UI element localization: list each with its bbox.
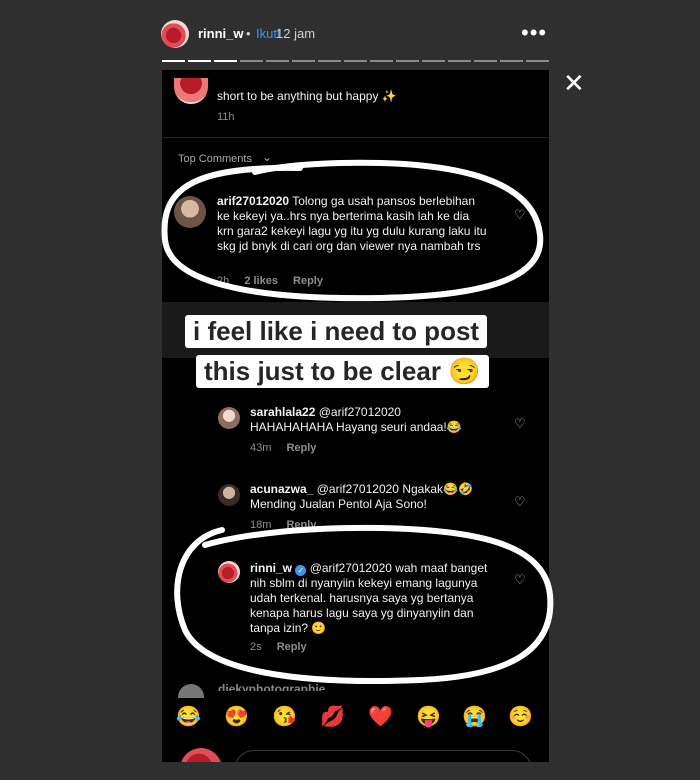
story-avatar[interactable] bbox=[161, 20, 189, 48]
emoji-button[interactable]: 😍 bbox=[224, 704, 249, 729]
heart-icon[interactable]: ♡ bbox=[514, 416, 526, 432]
reply-link[interactable]: Reply bbox=[277, 641, 307, 653]
emoji-button[interactable]: 💋 bbox=[320, 704, 345, 729]
divider bbox=[162, 137, 549, 138]
heart-icon[interactable]: ♡ bbox=[514, 207, 526, 223]
story-time: 12 jam bbox=[276, 26, 316, 41]
reply-username[interactable]: acunazwa_ bbox=[250, 482, 313, 496]
story-username[interactable]: rinni_w bbox=[198, 26, 244, 41]
more-options-icon[interactable]: ••• bbox=[521, 20, 547, 46]
composer-avatar bbox=[180, 748, 222, 762]
comment-username[interactable]: arif27012020 bbox=[217, 194, 289, 208]
progress-segment bbox=[240, 60, 263, 62]
top-comment-body: arif27012020 Tolong ga usah pansos berle… bbox=[217, 194, 487, 254]
reply-body: rinni_w ✓ @arif27012020 wah maaf banget … bbox=[250, 561, 505, 636]
caption-text: short to be anything but happy ✨ bbox=[217, 89, 397, 103]
chevron-down-icon[interactable]: ⌄ bbox=[262, 150, 272, 164]
reply-meta: 18m Reply bbox=[250, 519, 316, 531]
progress-segment bbox=[370, 60, 393, 62]
reply-body: acunazwa_ @arif27012020 Ngakak😂🤣 Mending… bbox=[250, 482, 510, 512]
reply-avatar[interactable] bbox=[218, 407, 240, 429]
reply-link[interactable]: Reply bbox=[293, 275, 323, 287]
story-text-line-2: this just to be clear 😏 bbox=[196, 355, 489, 388]
emoji-button[interactable]: ☺️ bbox=[508, 704, 533, 729]
reply-mention[interactable]: @arif27012020 bbox=[317, 482, 399, 496]
emoji-button[interactable]: 😘 bbox=[272, 704, 297, 729]
reply-text: HAHAHAHAHA Hayang seuri andaa!😂 bbox=[250, 420, 462, 434]
comments-screenshot: short to be anything but happy ✨ 11h Top… bbox=[162, 70, 549, 762]
next-username[interactable]: diekyphotographie bbox=[218, 682, 325, 691]
emoji-button[interactable]: 😝 bbox=[416, 704, 441, 729]
progress-segment bbox=[318, 60, 341, 62]
progress-segment bbox=[292, 60, 315, 62]
reply-body: sarahlala22 @arif27012020 HAHAHAHAHA Hay… bbox=[250, 405, 510, 435]
reply-username[interactable]: rinni_w bbox=[250, 561, 292, 575]
reply-text: Ngakak😂🤣 bbox=[402, 482, 473, 496]
story-progress-bar bbox=[162, 60, 549, 62]
progress-segment bbox=[474, 60, 497, 62]
caption-time: 11h bbox=[217, 111, 235, 123]
comment-likes[interactable]: 2 likes bbox=[244, 275, 278, 287]
comment-meta: 2h 2 likes Reply bbox=[217, 275, 323, 287]
reply-link[interactable]: Reply bbox=[286, 442, 316, 454]
reply-time: 2s bbox=[250, 641, 262, 653]
emoji-bar: 😂 😍 😘 💋 ❤️ 😝 😭 ☺️ bbox=[162, 698, 549, 738]
progress-segment bbox=[188, 60, 211, 62]
progress-segment bbox=[344, 60, 367, 62]
progress-segment bbox=[500, 60, 523, 62]
story-text-line-1: i feel like i need to post bbox=[185, 315, 488, 348]
top-comments-label[interactable]: Top Comments bbox=[178, 153, 252, 165]
emoji-button[interactable]: 😂 bbox=[176, 704, 201, 729]
emoji-button[interactable]: ❤️ bbox=[368, 704, 393, 729]
reply-time: 43m bbox=[250, 442, 272, 454]
heart-icon[interactable]: ♡ bbox=[514, 494, 526, 510]
reply-meta: 2s Reply bbox=[250, 641, 307, 653]
progress-segment bbox=[266, 60, 289, 62]
progress-segment bbox=[448, 60, 471, 62]
progress-segment bbox=[396, 60, 419, 62]
verified-badge-icon: ✓ bbox=[295, 565, 307, 576]
progress-segment bbox=[214, 60, 237, 62]
reply-meta: 43m Reply bbox=[250, 442, 316, 454]
reply-username[interactable]: sarahlala22 bbox=[250, 405, 315, 419]
comment-time: 2h bbox=[217, 275, 230, 287]
reply-avatar[interactable] bbox=[218, 561, 240, 583]
reply-time: 18m bbox=[250, 519, 272, 531]
reply-mention[interactable]: @arif27012020 bbox=[319, 405, 401, 419]
reply-link[interactable]: Reply bbox=[286, 519, 316, 531]
progress-segment bbox=[526, 60, 549, 62]
progress-segment bbox=[162, 60, 185, 62]
heart-icon[interactable]: ♡ bbox=[514, 572, 526, 588]
caption-avatar[interactable] bbox=[174, 78, 208, 104]
commenter-avatar[interactable] bbox=[174, 196, 206, 228]
close-icon[interactable]: ✕ bbox=[563, 68, 585, 99]
emoji-button[interactable]: 😭 bbox=[462, 704, 487, 729]
reply-mention[interactable]: @arif27012020 bbox=[310, 561, 392, 575]
reply-text: Mending Jualan Pentol Aja Sono! bbox=[250, 497, 427, 511]
progress-segment bbox=[422, 60, 445, 62]
reply-avatar[interactable] bbox=[218, 484, 240, 506]
comment-input[interactable] bbox=[234, 750, 532, 762]
separator-dot: • bbox=[246, 26, 251, 41]
